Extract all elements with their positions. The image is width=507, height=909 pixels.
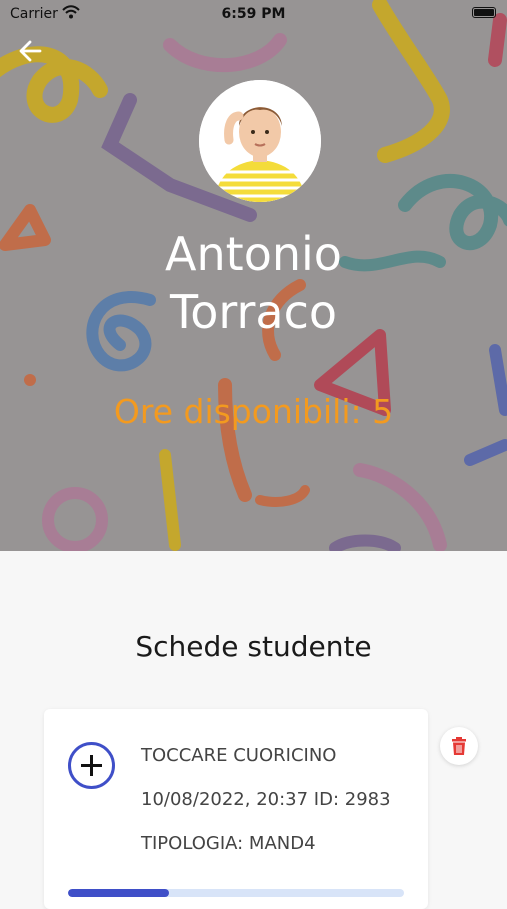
status-time: 6:59 PM (221, 6, 286, 22)
add-button[interactable] (68, 742, 115, 789)
profile-header: Carrier 6:59 PM Antonio Torraco Ore disp… (0, 0, 507, 551)
student-name: Antonio Torraco (0, 225, 507, 341)
delete-button[interactable] (440, 727, 478, 765)
section-title: Schede studente (135, 630, 372, 663)
progress-bar (68, 889, 404, 897)
card-type: TIPOLOGIA: MAND4 (141, 833, 316, 854)
progress-fill (68, 889, 169, 897)
card-title: TOCCARE CUORICINO (141, 745, 337, 766)
student-photo (199, 80, 321, 202)
status-bar: Carrier 6:59 PM (0, 0, 507, 28)
first-name: Antonio (165, 227, 342, 281)
trash-icon (452, 737, 466, 755)
last-name: Torraco (169, 285, 338, 339)
arrow-left-icon (19, 40, 42, 62)
battery-icon (472, 7, 496, 18)
back-button[interactable] (16, 36, 48, 66)
available-hours: Ore disponibili: 5 (113, 392, 394, 431)
card-date-id: 10/08/2022, 20:37 ID: 2983 (141, 789, 391, 810)
student-card[interactable]: TOCCARE CUORICINO 10/08/2022, 20:37 ID: … (44, 709, 428, 909)
student-avatar (199, 80, 321, 202)
